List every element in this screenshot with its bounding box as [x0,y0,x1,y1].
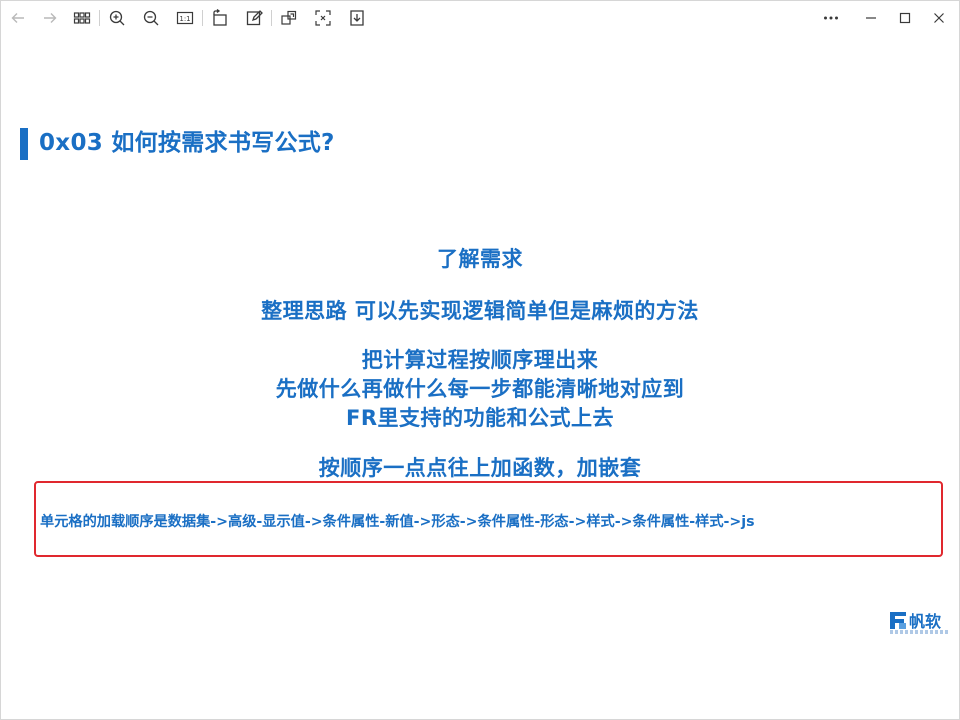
toolbar-separator [271,10,272,26]
logo-mark-icon [890,612,906,629]
fanruan-logo: 帆软 [889,608,953,642]
actual-size-icon[interactable]: 1:1 [174,7,196,29]
actual-size-label: 1:1 [179,15,190,23]
slide-text-line: 了解需求 [437,247,523,271]
minimize-icon[interactable] [857,4,885,32]
zoom-out-icon[interactable] [140,7,162,29]
forward-arrow-icon[interactable] [39,7,61,29]
slide-image: 0x03 如何按需求书写公式? 了解需求 整理思路 可以先实现逻辑简单但是麻烦的… [1,35,959,719]
slide-text-line: 整理思路 可以先实现逻辑简单但是麻烦的方法 [261,299,699,323]
slide-title: 0x03 如何按需求书写公式? [39,130,335,156]
toolbar-separator [99,10,100,26]
maximize-icon[interactable] [891,4,919,32]
close-icon[interactable] [925,4,953,32]
logo-tagline [890,630,948,634]
slide-text-line: 按顺序一点点往上加函数，加嵌套 [318,456,642,480]
image-viewer-window: 1:1 0x03 如何按需求书写公式? 了解需求 整理思路 可以先实现逻辑简单但… [0,0,960,720]
rotate-icon[interactable] [209,7,231,29]
zoom-in-icon[interactable] [106,7,128,29]
edit-icon[interactable] [243,7,265,29]
slide-text-line: 把计算过程按顺序理出来 [361,348,599,372]
slide-text-line: FR里支持的功能和公式上去 [345,406,614,430]
toolbar-separator [202,10,203,26]
download-icon[interactable] [346,7,368,29]
fit-screen-icon[interactable] [312,7,334,29]
more-icon[interactable] [817,4,845,32]
highlight-text: 单元格的加载顺序是数据集->高级-显示值->条件属性-新值->形态->条件属性-… [40,514,755,530]
title-accent-bar [20,128,28,160]
back-arrow-icon[interactable] [7,7,29,29]
crop-icon[interactable] [278,7,300,29]
toolbar: 1:1 [1,1,959,35]
slide-text-line: 先做什么再做什么每一步都能清晰地对应到 [275,377,685,401]
thumbnails-grid-icon[interactable] [71,7,93,29]
window-controls [817,1,959,35]
logo-text: 帆软 [909,612,942,631]
